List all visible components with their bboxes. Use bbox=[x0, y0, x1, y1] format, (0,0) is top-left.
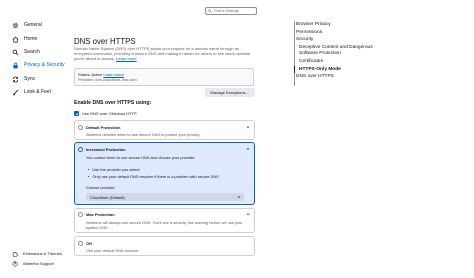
toc-track bbox=[294, 21, 295, 86]
oblivious-http-checkbox[interactable] bbox=[74, 111, 79, 116]
settings-page: General Home Search Privacy & Security S… bbox=[0, 0, 474, 278]
nav-item-label: Sync bbox=[24, 76, 36, 82]
chevron-down-icon[interactable] bbox=[245, 211, 250, 216]
puzzle-icon bbox=[12, 251, 18, 257]
radio-button[interactable] bbox=[78, 212, 83, 217]
oblivious-http-label: Use DNS over Oblivious HTTP bbox=[82, 111, 137, 116]
provider-line: Provider: doh.cloudflare-dns.com bbox=[78, 77, 137, 82]
chevron-down-icon bbox=[237, 195, 241, 199]
nav-footer-extensions-themes[interactable]: Extensions & Themes bbox=[8, 249, 70, 258]
provider-select[interactable]: Cloudflare (Default) bbox=[86, 193, 244, 201]
option-title: Max Protection bbox=[86, 212, 115, 217]
nav-item-general[interactable]: General bbox=[8, 19, 66, 31]
page-table-of-contents: Browser Privacy Permissions Security Dec… bbox=[288, 0, 474, 278]
description-text: Domain Name System (DNS) over HTTPS send… bbox=[74, 46, 251, 62]
nav-footer-label: Waterfox Support bbox=[23, 261, 54, 266]
provider-select-label: Choose provider: bbox=[86, 185, 116, 190]
nav-item-sync[interactable]: Sync bbox=[8, 73, 66, 85]
sync-icon bbox=[12, 76, 19, 83]
chevron-up-icon[interactable] bbox=[245, 146, 250, 151]
paintbrush-icon bbox=[12, 89, 19, 96]
option-title: Increased Protection bbox=[86, 147, 126, 152]
nav-item-label: Search bbox=[24, 49, 40, 55]
option-description: Waterfox will always use secure DNS. You… bbox=[86, 220, 243, 231]
radio-button[interactable] bbox=[78, 125, 83, 130]
option-description: You control when to use secure DNS and c… bbox=[86, 155, 196, 160]
learn-more-link[interactable]: Learn more bbox=[116, 56, 136, 61]
help-icon bbox=[12, 260, 18, 267]
nav-item-label: General bbox=[24, 22, 42, 28]
bullet-text: Only use your default DNS resolver if th… bbox=[92, 174, 219, 179]
provider-select-value: Cloudflare (Default) bbox=[90, 194, 125, 200]
radio-default-protection[interactable]: Default Protection bbox=[78, 125, 120, 130]
nav-item-label: Privacy & Security bbox=[24, 62, 65, 68]
section-description: Domain Name System (DNS) over HTTPS send… bbox=[74, 46, 256, 62]
radio-max-protection[interactable]: Max Protection bbox=[78, 212, 115, 217]
enable-heading: Enable DNS over HTTPS using: bbox=[74, 100, 152, 106]
bullet-text: Use the provider you select bbox=[92, 167, 140, 172]
lock-icon bbox=[12, 62, 19, 69]
radio-off[interactable]: Off bbox=[78, 241, 92, 246]
option-bullet: Only use your default DNS resolver if th… bbox=[88, 174, 219, 179]
search-icon bbox=[12, 49, 19, 56]
nav-item-search[interactable]: Search bbox=[8, 46, 66, 58]
nav-item-privacy-security[interactable]: Privacy & Security bbox=[8, 59, 66, 71]
toc-item-dns-over-https[interactable]: DNS over HTTPS bbox=[296, 74, 334, 80]
oblivious-http-option: Use DNS over Oblivious HTTP bbox=[74, 110, 137, 117]
bullet-dot bbox=[88, 175, 90, 178]
option-description: Use your default DNS resolver bbox=[86, 248, 139, 253]
option-card-default[interactable]: Default Protection Waterfox decides when… bbox=[74, 120, 255, 140]
radio-increased-protection[interactable]: Increased Protection bbox=[78, 147, 126, 152]
nav-footer-label: Extensions & Themes bbox=[23, 251, 62, 256]
chevron-down-icon[interactable] bbox=[245, 124, 250, 129]
dns-over-https-section: DNS over HTTPS Domain Name System (DNS) … bbox=[74, 0, 260, 278]
option-title: Off bbox=[86, 241, 92, 246]
option-bullet: Use the provider you select bbox=[88, 167, 140, 172]
toc-item-security[interactable]: Security bbox=[296, 37, 313, 43]
option-card-increased[interactable]: Increased Protection You control when to… bbox=[74, 142, 255, 205]
section-title: DNS over HTTPS bbox=[74, 37, 136, 46]
nav-item-home[interactable]: Home bbox=[8, 33, 66, 45]
toc-item-https-only-mode[interactable]: HTTPS-Only Mode bbox=[299, 67, 341, 73]
option-card-max[interactable]: Max Protection Waterfox will always use … bbox=[74, 208, 255, 233]
option-description: Waterfox decides when to use secure DNS … bbox=[86, 132, 201, 137]
option-title: Default Protection bbox=[86, 125, 121, 130]
category-nav: General Home Search Privacy & Security S… bbox=[0, 0, 70, 278]
bullet-dot bbox=[88, 168, 90, 171]
nav-item-label: Home bbox=[24, 36, 38, 42]
checkmark-icon bbox=[75, 112, 79, 115]
nav-item-look-feel[interactable]: Look & Feel bbox=[8, 86, 66, 98]
doh-status-box: Status: Active Learn more Provider: doh.… bbox=[74, 68, 254, 86]
toc-item-permissions[interactable]: Permissions bbox=[296, 30, 322, 36]
toc-item-software-protection[interactable]: Software Protection bbox=[299, 51, 341, 57]
toc-active-indicator bbox=[294, 66, 295, 73]
toc-item-browser-privacy[interactable]: Browser Privacy bbox=[296, 22, 331, 28]
radio-button[interactable] bbox=[78, 147, 83, 152]
toc-item-certificates[interactable]: Certificates bbox=[299, 59, 323, 65]
gear-icon bbox=[12, 22, 19, 29]
nav-item-label: Look & Feel bbox=[24, 89, 51, 95]
option-card-off[interactable]: Off Use your default DNS resolver bbox=[74, 236, 255, 256]
nav-footer-support[interactable]: Waterfox Support bbox=[8, 259, 70, 268]
home-icon bbox=[12, 36, 19, 43]
manage-exceptions-button[interactable]: Manage Exceptions… bbox=[205, 88, 255, 97]
radio-button[interactable] bbox=[78, 241, 83, 246]
